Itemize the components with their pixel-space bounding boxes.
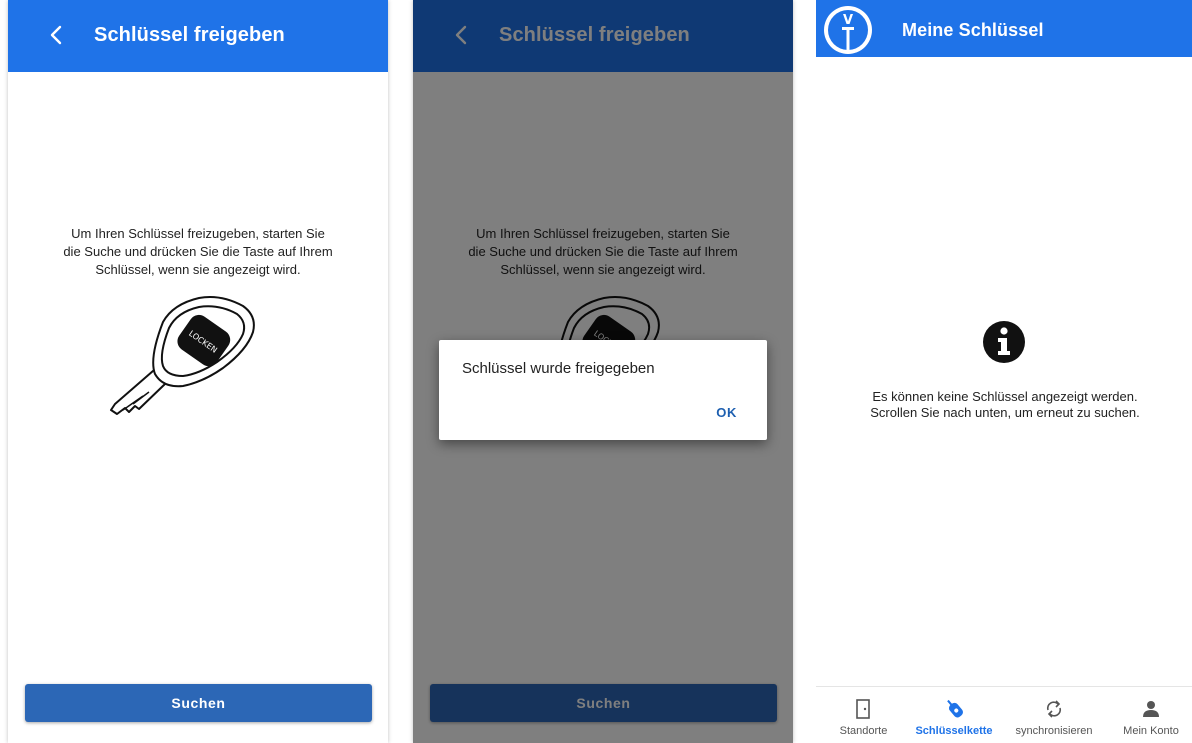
instructions-line: die Suche und drücken Sie die Taste auf … <box>63 244 333 259</box>
app-logo: V <box>824 6 872 54</box>
car-key-illustration: LOCKEN <box>110 296 255 415</box>
back-arrow-icon[interactable] <box>42 20 72 50</box>
person-icon <box>1143 701 1159 717</box>
sync-icon <box>1046 700 1062 718</box>
alert-dialog: Schlüssel wurde freigegeben OK <box>439 340 767 440</box>
info-icon <box>983 321 1025 363</box>
search-button[interactable]: Suchen <box>25 684 372 722</box>
nav-label: Standorte <box>839 725 888 737</box>
instructions-line: Schlüssel, wenn sie angezeigt wird. <box>95 262 301 277</box>
instructions-text: Um Ihren Schlüssel freizugeben, starten … <box>8 225 388 279</box>
screen-my-keys: V Meine Schlüssel Es können keine Schlüs… <box>816 0 1192 743</box>
screen-release-key-dialog: Schlüssel freigeben Um Ihren Schlüssel f… <box>413 0 793 743</box>
logo-letter: V <box>843 13 853 28</box>
empty-state-line: Scrollen Sie nach unten, um erneut zu su… <box>870 405 1140 420</box>
nav-label: Schlüsselkette <box>915 725 993 737</box>
nav-label: Mein Konto <box>1123 725 1179 737</box>
dialog-message: Schlüssel wurde freigegeben <box>462 360 655 377</box>
app-bar: V Meine Schlüssel <box>816 0 1192 57</box>
key-fob-icon <box>947 699 963 718</box>
app-bar: Schlüssel freigeben <box>8 0 388 72</box>
bottom-navigation: Standorte Schlüsselkette synchronisieren <box>816 686 1192 743</box>
page-title: Schlüssel freigeben <box>94 24 285 46</box>
nav-item-standorte[interactable]: Standorte <box>826 687 901 743</box>
nav-item-mein-konto[interactable]: Mein Konto <box>1112 687 1190 743</box>
screen-release-key: Schlüssel freigeben Um Ihren Schlüssel f… <box>8 0 388 743</box>
nav-item-schluesselkette[interactable]: Schlüsselkette <box>904 687 1004 743</box>
empty-state-line: Es können keine Schlüssel angezeigt werd… <box>872 389 1138 404</box>
door-icon <box>856 699 870 719</box>
ok-button[interactable]: OK <box>716 405 737 420</box>
instructions-line: Um Ihren Schlüssel freizugeben, starten … <box>71 226 325 241</box>
empty-state-message: Es können keine Schlüssel angezeigt werd… <box>816 389 1192 421</box>
nav-item-synchronisieren[interactable]: synchronisieren <box>1009 687 1099 743</box>
nav-label: synchronisieren <box>1015 725 1093 737</box>
page-title: Meine Schlüssel <box>902 20 1044 40</box>
